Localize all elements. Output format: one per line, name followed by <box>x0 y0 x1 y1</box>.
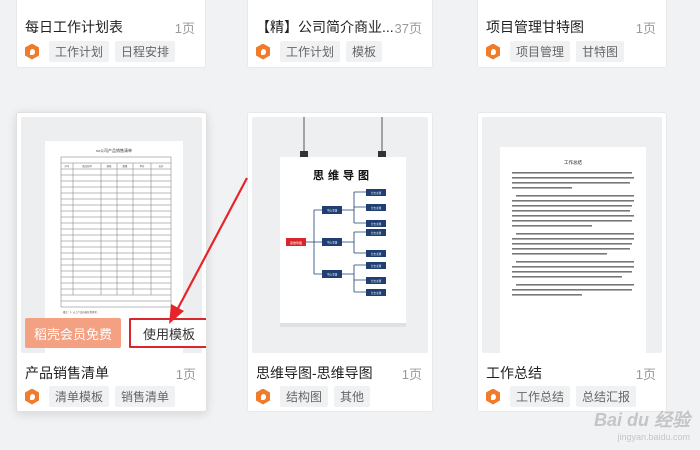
branch-label: 中心主题 <box>327 273 338 277</box>
template-thumbnail[interactable]: 思维导图 思维导图 中心主题 中心主题 中心主题 分支主题 分支主题 分支主题 … <box>252 117 428 353</box>
page-count: 1页 <box>635 367 656 382</box>
doc-footer: 备注：1. 以上产品价格仅供参考。 <box>63 310 99 314</box>
card-title[interactable]: 产品销售清单 <box>25 363 109 383</box>
template-card-daily-plan[interactable]: 每日工作计划表 1页 工作计划 日程安排 <box>16 0 206 68</box>
leaf-label: 分支主题 <box>371 279 382 283</box>
page-count: 1页 <box>174 21 195 36</box>
leaf-label: 分支主题 <box>371 191 382 195</box>
doc-title: xx公司产品销售清单 <box>96 147 132 153</box>
tag[interactable]: 销售清单 <box>115 386 176 407</box>
tag[interactable]: 工作计划 <box>49 41 110 62</box>
page-count: 1页 <box>175 367 196 382</box>
root-node-label: 思维导图 <box>290 240 302 245</box>
card-title[interactable]: 每日工作计划表 <box>25 17 123 37</box>
leaf-label: 分支主题 <box>371 252 382 256</box>
page-count: 1页 <box>401 367 422 382</box>
card-title[interactable]: 工作总结 <box>486 363 542 383</box>
card-title[interactable]: 思维导图-思维导图 <box>256 363 373 383</box>
template-thumbnail[interactable]: 工作总结 <box>482 117 662 353</box>
card-title[interactable]: 【精】公司简介商业... <box>256 17 394 37</box>
tag[interactable]: 模板 <box>346 41 383 62</box>
docer-logo-icon <box>256 43 270 60</box>
branch-label: 中心主题 <box>327 241 338 245</box>
use-template-button[interactable]: 使用模板 <box>129 318 206 348</box>
branch-label: 中心主题 <box>327 209 338 213</box>
template-card-work-summary[interactable]: 工作总结 工作总结 1页 工作总结 总结汇报 <box>477 112 667 412</box>
tag[interactable]: 清单模板 <box>49 386 110 407</box>
doc-title: 工作总结 <box>564 159 582 166</box>
col-header: 总价 <box>159 164 164 168</box>
vip-free-button[interactable]: 稻壳会员免费 <box>25 318 121 348</box>
docer-logo-icon <box>25 43 39 60</box>
template-card-sales-list[interactable]: xx公司产品销售清单 序号 商品名称 规格 数量 单价 总价 备注：1. 以上产… <box>16 112 207 412</box>
mindmap-title: 思维导图 <box>313 168 373 182</box>
leaf-label: 分支主题 <box>371 264 382 268</box>
docer-logo-icon <box>256 388 270 405</box>
card-title[interactable]: 项目管理甘特图 <box>486 17 584 37</box>
mindmap-preview: 思维导图 思维导图 中心主题 中心主题 中心主题 分支主题 分支主题 分支主题 … <box>280 117 406 327</box>
docer-logo-icon <box>486 43 500 60</box>
watermark: Bai du 经验 jingyan.baidu.com <box>594 406 690 442</box>
tag[interactable]: 项目管理 <box>510 41 571 62</box>
tag[interactable]: 工作计划 <box>280 41 341 62</box>
leaf-label: 分支主题 <box>371 291 382 295</box>
tag[interactable]: 工作总结 <box>510 386 571 407</box>
template-card-company-profile[interactable]: 【精】公司简介商业... 37页 工作计划 模板 <box>247 0 433 68</box>
watermark-main: Bai du 经验 <box>593 410 690 430</box>
leaf-label: 分支主题 <box>371 231 382 235</box>
work-summary-preview: 工作总结 <box>500 147 646 353</box>
tag[interactable]: 总结汇报 <box>576 386 637 407</box>
page-count: 37页 <box>394 21 422 36</box>
leaf-label: 分支主题 <box>371 206 382 210</box>
docer-logo-icon <box>486 388 500 405</box>
page-count: 1页 <box>635 21 656 36</box>
col-header: 商品名称 <box>82 164 92 168</box>
template-card-gantt[interactable]: 项目管理甘特图 1页 项目管理 甘特图 <box>477 0 667 68</box>
tag[interactable]: 日程安排 <box>115 41 176 62</box>
leaf-label: 分支主题 <box>371 222 382 226</box>
template-card-mindmap[interactable]: 思维导图 思维导图 中心主题 中心主题 中心主题 分支主题 分支主题 分支主题 … <box>247 112 433 412</box>
col-header: 序号 <box>65 164 70 168</box>
col-header: 规格 <box>107 164 112 168</box>
col-header: 数量 <box>123 164 128 168</box>
tag[interactable]: 其他 <box>334 386 371 407</box>
docer-logo-icon <box>25 388 39 405</box>
tag[interactable]: 甘特图 <box>576 41 625 62</box>
col-header: 单价 <box>140 164 145 168</box>
tag[interactable]: 结构图 <box>280 386 329 407</box>
watermark-sub: jingyan.baidu.com <box>617 432 690 442</box>
